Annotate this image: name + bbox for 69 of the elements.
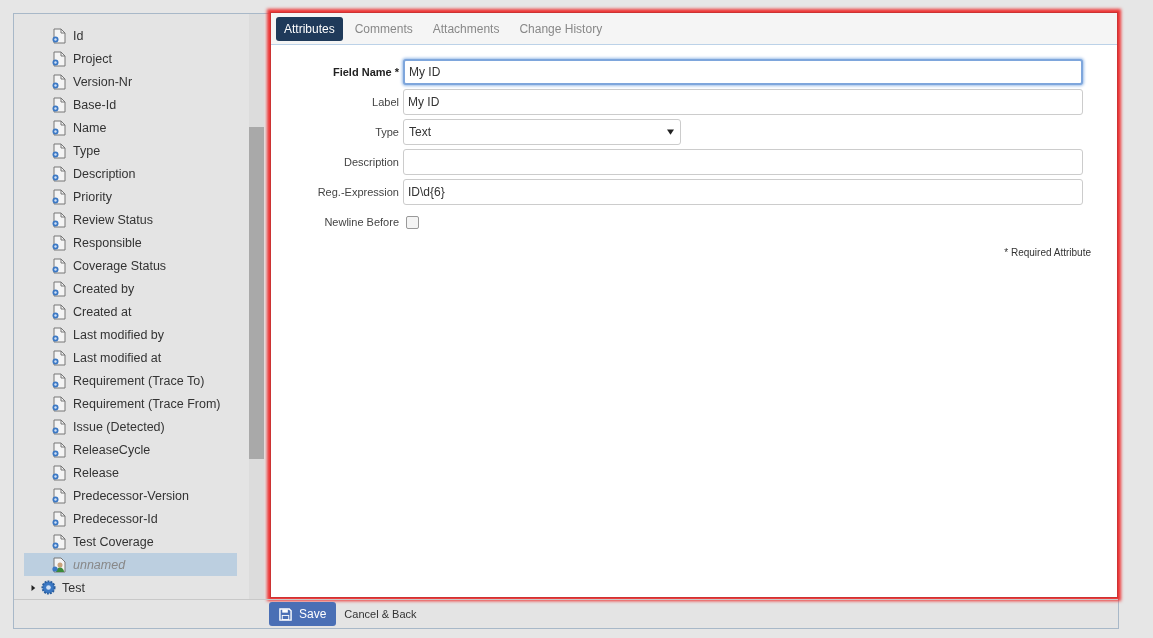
tree-item[interactable]: Description <box>24 162 237 185</box>
tree-item[interactable]: Id <box>24 24 237 47</box>
document-icon <box>51 510 67 527</box>
tree-node[interactable]: Test <box>24 576 237 599</box>
field-label: Label <box>371 96 400 108</box>
document-icon <box>51 257 67 274</box>
tree-item[interactable]: Last modified by <box>24 323 237 346</box>
tree-item[interactable]: Issue (Detected) <box>24 415 237 438</box>
document-person-icon <box>51 556 67 573</box>
required-note: * Required Attribute <box>1003 247 1091 258</box>
tree-item[interactable]: Project <box>24 47 237 70</box>
tree-item[interactable]: Coverage Status <box>24 254 237 277</box>
scrollbar-thumb[interactable] <box>249 127 264 459</box>
tree-item[interactable]: Version-Nr <box>24 70 237 93</box>
document-icon <box>51 119 67 136</box>
text-field[interactable]: My ID <box>403 89 1083 115</box>
document-icon <box>51 372 67 389</box>
document-icon <box>51 165 67 182</box>
tree-item[interactable]: ReleaseCycle <box>24 438 237 461</box>
document-icon <box>51 142 67 159</box>
cancel-back-link[interactable]: Cancel & Back <box>344 608 417 620</box>
field-label: Type <box>374 126 400 138</box>
field-label: Description <box>342 156 400 168</box>
tree-item[interactable]: Priority <box>24 185 237 208</box>
document-icon <box>51 349 67 366</box>
tree-item[interactable]: Review Status <box>24 208 237 231</box>
document-icon <box>51 464 67 481</box>
tree-item[interactable]: Name <box>24 116 237 139</box>
gear-icon <box>41 580 56 595</box>
tree-item[interactable]: Responsible <box>24 231 237 254</box>
field-label: Field Name * <box>331 66 400 78</box>
text-field[interactable]: ID\d{6} <box>403 179 1083 205</box>
text-field[interactable] <box>403 149 1083 175</box>
save-button[interactable]: Save <box>269 602 337 626</box>
document-icon <box>51 280 67 297</box>
document-icon <box>51 211 67 228</box>
tree-item[interactable]: Base-Id <box>24 93 237 116</box>
document-icon <box>51 234 67 251</box>
scrollbar[interactable] <box>249 14 264 599</box>
tree-item[interactable]: Created at <box>24 300 237 323</box>
tree-item[interactable]: Release <box>24 461 237 484</box>
caret-icon <box>30 583 36 592</box>
text-field[interactable]: My ID <box>403 59 1083 85</box>
document-icon <box>51 487 67 504</box>
field-label: Reg.-Expression <box>316 186 400 198</box>
tree-item[interactable]: Requirement (Trace To) <box>24 369 237 392</box>
tree-item[interactable]: Test Coverage <box>24 530 237 553</box>
document-icon <box>51 96 67 113</box>
tree-item[interactable]: Predecessor-Id <box>24 507 237 530</box>
tab[interactable]: Attributes <box>276 17 343 41</box>
document-icon <box>51 188 67 205</box>
field-label: Newline Before <box>323 216 400 228</box>
document-icon <box>51 418 67 435</box>
document-icon <box>51 50 67 67</box>
document-icon <box>51 303 67 320</box>
dropdown-arrow-icon <box>667 129 674 135</box>
tree-item[interactable]: Last modified at <box>24 346 237 369</box>
type-dropdown[interactable]: Text <box>403 119 681 145</box>
document-icon <box>51 326 67 343</box>
tree-item[interactable]: Requirement (Trace From) <box>24 392 237 415</box>
checkbox[interactable] <box>406 215 419 229</box>
tree-item[interactable]: Type <box>24 139 237 162</box>
tree-item[interactable]: Predecessor-Version <box>24 484 237 507</box>
document-icon <box>51 533 67 550</box>
tree-item[interactable]: Created by <box>24 277 237 300</box>
document-icon <box>51 27 67 44</box>
document-icon <box>51 441 67 458</box>
document-icon <box>51 395 67 412</box>
document-icon <box>51 73 67 90</box>
